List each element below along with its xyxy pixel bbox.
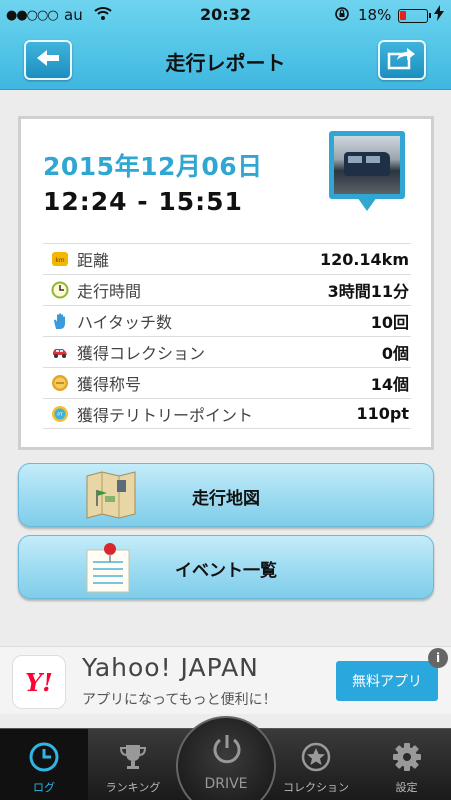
pin-pointer: [357, 197, 377, 211]
svg-text:km: km: [55, 257, 64, 264]
stat-value: 14個: [370, 375, 409, 394]
stat-value: 10回: [370, 313, 409, 332]
drive-label: DRIVE: [204, 776, 248, 792]
stat-row-titles: 獲得称号 14個: [43, 367, 411, 398]
tab-log[interactable]: ログ: [0, 729, 88, 800]
event-list-label: イベント一覧: [175, 561, 277, 581]
vehicle-photo-pin[interactable]: [329, 131, 405, 211]
svg-text:PT: PT: [57, 412, 63, 418]
stat-value: 110pt: [356, 404, 410, 423]
route-map-button[interactable]: 走行地図: [18, 463, 434, 527]
nav-bar: 走行レポート: [0, 32, 451, 90]
stat-value: 0個: [381, 344, 409, 363]
tab-label: ランキング: [105, 781, 161, 794]
battery-icon: [398, 9, 431, 23]
clock-icon: [28, 741, 60, 773]
stat-row-territory-points: PT 獲得テリトリーポイント 110pt: [43, 398, 411, 429]
tab-collection[interactable]: コレクション: [270, 729, 362, 800]
ad-banner[interactable]: Y! Yahoo! JAPAN アプリになってもっと便利に！ 無料アプリ i: [0, 646, 451, 714]
stat-label: 獲得テリトリーポイント: [77, 405, 254, 425]
stat-label: 走行時間: [77, 282, 142, 301]
gear-icon: [391, 741, 423, 773]
stat-value: 3時間11分: [327, 282, 409, 301]
share-button[interactable]: [378, 40, 426, 80]
yahoo-logo: Y!: [12, 655, 66, 709]
tab-settings[interactable]: 設定: [362, 729, 451, 800]
status-bar: ●●○○○ au 20:32 18%: [0, 0, 451, 32]
stat-label: 獲得称号: [77, 375, 142, 394]
distance-icon: km: [51, 250, 69, 268]
vehicle-photo: [334, 136, 400, 194]
stat-row-collection: 獲得コレクション 0個: [43, 336, 411, 367]
clock-icon: [51, 281, 69, 299]
share-icon: [387, 46, 417, 74]
charging-icon: [434, 5, 444, 25]
hand-icon: [51, 312, 69, 330]
medal-icon: [51, 374, 69, 392]
car-icon: [51, 343, 69, 361]
report-date: 2015年12月06日: [43, 152, 263, 181]
ad-tagline: アプリになってもっと便利に！: [82, 692, 277, 708]
report-card: 2015年12月06日 12:24 - 15:51 km 距離 120.14km…: [18, 116, 434, 450]
rotation-lock-icon: [334, 6, 350, 26]
tab-ranking[interactable]: ランキング: [88, 729, 178, 800]
stat-label: 獲得コレクション: [77, 344, 206, 363]
ad-title: Yahoo! JAPAN: [82, 653, 259, 682]
report-time-range: 12:24 - 15:51: [43, 187, 243, 216]
route-map-label: 走行地図: [192, 489, 260, 509]
stat-label: 距離: [77, 251, 110, 270]
ad-info-icon[interactable]: i: [428, 648, 448, 668]
star-icon: [300, 741, 332, 773]
ad-install-button[interactable]: 無料アプリ: [336, 661, 438, 701]
tab-label: 設定: [395, 781, 418, 794]
point-icon: PT: [51, 405, 69, 423]
stats-list: km 距離 120.14km 走行時間 3時間11分 ハイタッチ数 10回 獲得…: [43, 243, 411, 429]
stat-row-drive-time: 走行時間 3時間11分: [43, 274, 411, 305]
event-list-button[interactable]: イベント一覧: [18, 535, 434, 599]
stat-row-high-touch: ハイタッチ数 10回: [43, 305, 411, 336]
stat-row-distance: km 距離 120.14km: [43, 243, 411, 274]
power-icon: [210, 732, 244, 766]
battery-percent: 18%: [358, 6, 392, 24]
stat-value: 120.14km: [319, 249, 409, 269]
tab-label: コレクション: [283, 781, 349, 794]
trophy-icon: [117, 741, 149, 773]
stat-label: ハイタッチ数: [77, 313, 173, 332]
tab-label: ログ: [33, 781, 55, 794]
